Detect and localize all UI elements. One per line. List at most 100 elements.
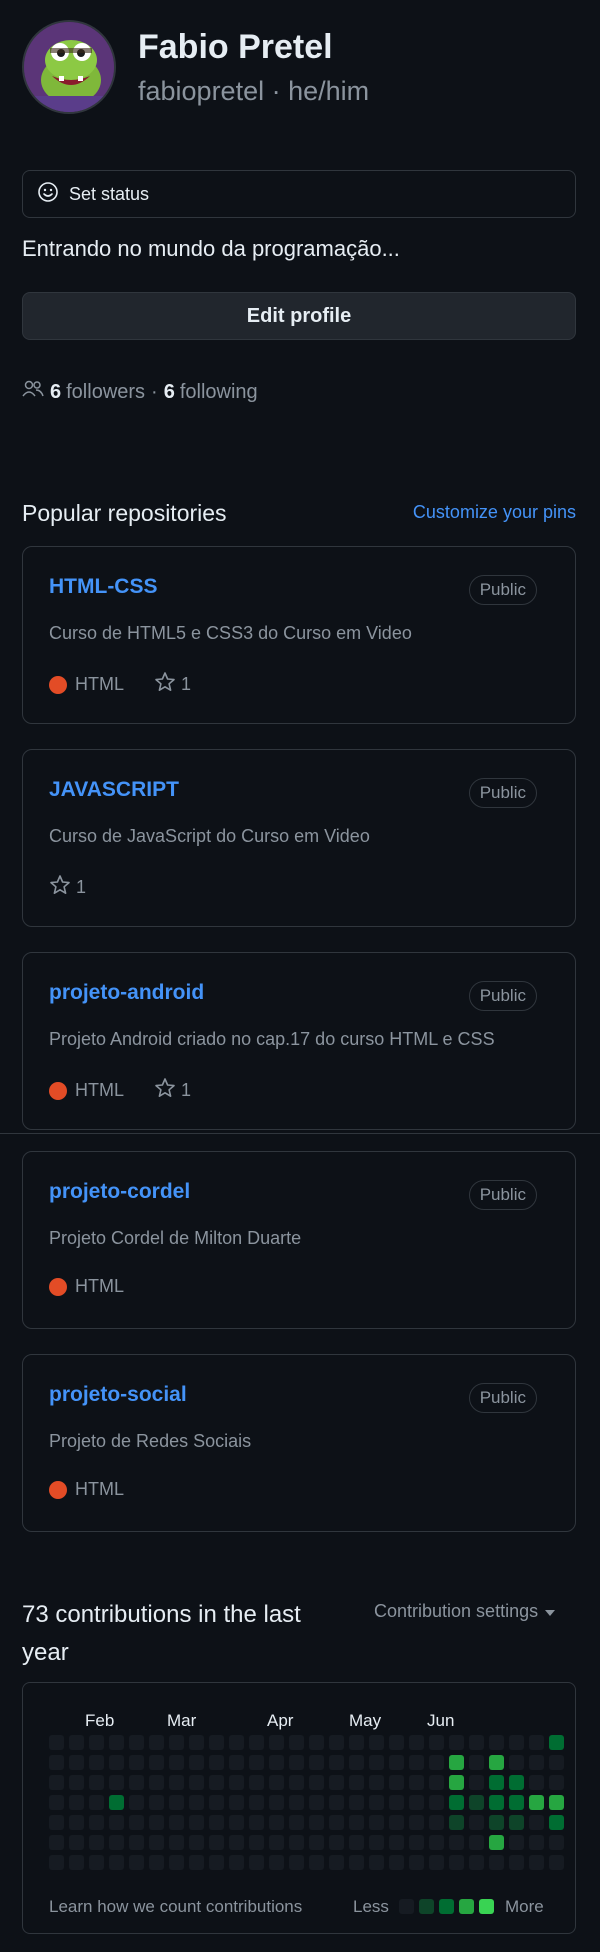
contribution-day-cell[interactable] — [49, 1735, 64, 1750]
contribution-day-cell[interactable] — [369, 1755, 384, 1770]
contribution-day-cell[interactable] — [409, 1795, 424, 1810]
contribution-day-cell[interactable] — [469, 1795, 484, 1810]
repo-name-link[interactable]: JAVASCRIPT — [49, 778, 179, 802]
contribution-day-cell[interactable] — [289, 1795, 304, 1810]
contribution-day-cell[interactable] — [489, 1735, 504, 1750]
contribution-day-cell[interactable] — [129, 1855, 144, 1870]
contribution-day-cell[interactable] — [429, 1775, 444, 1790]
contribution-day-cell[interactable] — [369, 1855, 384, 1870]
contribution-day-cell[interactable] — [469, 1815, 484, 1830]
contribution-day-cell[interactable] — [429, 1835, 444, 1850]
contribution-day-cell[interactable] — [189, 1855, 204, 1870]
contribution-day-cell[interactable] — [429, 1855, 444, 1870]
contribution-day-cell[interactable] — [89, 1815, 104, 1830]
contribution-day-cell[interactable] — [129, 1815, 144, 1830]
contribution-day-cell[interactable] — [529, 1855, 544, 1870]
contribution-day-cell[interactable] — [349, 1795, 364, 1810]
contribution-day-cell[interactable] — [309, 1735, 324, 1750]
contribution-settings-dropdown[interactable]: Contribution settings — [374, 1601, 556, 1622]
contribution-day-cell[interactable] — [209, 1755, 224, 1770]
contribution-day-cell[interactable] — [409, 1735, 424, 1750]
contribution-day-cell[interactable] — [89, 1775, 104, 1790]
contribution-day-cell[interactable] — [329, 1815, 344, 1830]
contribution-day-cell[interactable] — [549, 1775, 564, 1790]
contribution-day-cell[interactable] — [149, 1775, 164, 1790]
repo-stars-link[interactable]: 1 — [49, 874, 86, 901]
contribution-day-cell[interactable] — [389, 1815, 404, 1830]
customize-pins-link[interactable]: Customize your pins — [396, 502, 576, 523]
contribution-day-cell[interactable] — [389, 1855, 404, 1870]
contribution-day-cell[interactable] — [229, 1815, 244, 1830]
contribution-day-cell[interactable] — [329, 1855, 344, 1870]
avatar[interactable] — [22, 20, 116, 114]
contribution-day-cell[interactable] — [189, 1755, 204, 1770]
contribution-day-cell[interactable] — [549, 1855, 564, 1870]
contribution-day-cell[interactable] — [349, 1755, 364, 1770]
contribution-day-cell[interactable] — [109, 1795, 124, 1810]
contribution-day-cell[interactable] — [449, 1735, 464, 1750]
contribution-day-cell[interactable] — [289, 1775, 304, 1790]
contribution-day-cell[interactable] — [149, 1855, 164, 1870]
contribution-day-cell[interactable] — [349, 1775, 364, 1790]
contribution-day-cell[interactable] — [329, 1775, 344, 1790]
contribution-day-cell[interactable] — [549, 1795, 564, 1810]
contribution-day-cell[interactable] — [429, 1755, 444, 1770]
contribution-day-cell[interactable] — [469, 1835, 484, 1850]
contribution-day-cell[interactable] — [89, 1735, 104, 1750]
contribution-day-cell[interactable] — [529, 1795, 544, 1810]
contribution-day-cell[interactable] — [529, 1755, 544, 1770]
contribution-day-cell[interactable] — [229, 1775, 244, 1790]
contribution-day-cell[interactable] — [509, 1775, 524, 1790]
contribution-day-cell[interactable] — [409, 1775, 424, 1790]
contribution-day-cell[interactable] — [109, 1835, 124, 1850]
contribution-day-cell[interactable] — [129, 1735, 144, 1750]
contribution-day-cell[interactable] — [449, 1775, 464, 1790]
contribution-day-cell[interactable] — [489, 1795, 504, 1810]
contribution-day-cell[interactable] — [549, 1755, 564, 1770]
repo-name-link[interactable]: projeto-cordel — [49, 1180, 190, 1204]
contribution-day-cell[interactable] — [189, 1775, 204, 1790]
contribution-day-cell[interactable] — [509, 1835, 524, 1850]
contribution-day-cell[interactable] — [289, 1735, 304, 1750]
contribution-day-cell[interactable] — [309, 1835, 324, 1850]
contribution-day-cell[interactable] — [389, 1775, 404, 1790]
contribution-day-cell[interactable] — [289, 1755, 304, 1770]
contribution-day-cell[interactable] — [249, 1735, 264, 1750]
contribution-day-cell[interactable] — [269, 1755, 284, 1770]
following-link[interactable]: 6 following — [164, 381, 258, 404]
contribution-day-cell[interactable] — [329, 1835, 344, 1850]
contribution-day-cell[interactable] — [389, 1835, 404, 1850]
contribution-day-cell[interactable] — [549, 1835, 564, 1850]
contribution-day-cell[interactable] — [489, 1835, 504, 1850]
contribution-day-cell[interactable] — [349, 1835, 364, 1850]
contribution-day-cell[interactable] — [289, 1815, 304, 1830]
contribution-day-cell[interactable] — [209, 1855, 224, 1870]
contribution-day-cell[interactable] — [109, 1855, 124, 1870]
repo-stars-link[interactable]: 1 — [154, 671, 191, 698]
contribution-day-cell[interactable] — [329, 1795, 344, 1810]
contribution-day-cell[interactable] — [209, 1815, 224, 1830]
contribution-day-cell[interactable] — [249, 1815, 264, 1830]
contribution-day-cell[interactable] — [389, 1755, 404, 1770]
contribution-day-cell[interactable] — [389, 1735, 404, 1750]
contribution-day-cell[interactable] — [269, 1815, 284, 1830]
contribution-day-cell[interactable] — [549, 1735, 564, 1750]
contribution-day-cell[interactable] — [369, 1795, 384, 1810]
contribution-day-cell[interactable] — [389, 1795, 404, 1810]
contribution-day-cell[interactable] — [529, 1835, 544, 1850]
contribution-day-cell[interactable] — [189, 1815, 204, 1830]
contribution-day-cell[interactable] — [189, 1735, 204, 1750]
contribution-day-cell[interactable] — [469, 1855, 484, 1870]
contribution-day-cell[interactable] — [489, 1755, 504, 1770]
contribution-day-cell[interactable] — [129, 1835, 144, 1850]
contribution-day-cell[interactable] — [529, 1815, 544, 1830]
contribution-day-cell[interactable] — [349, 1855, 364, 1870]
contribution-day-cell[interactable] — [69, 1775, 84, 1790]
contribution-day-cell[interactable] — [229, 1795, 244, 1810]
contribution-day-cell[interactable] — [309, 1795, 324, 1810]
contribution-day-cell[interactable] — [429, 1735, 444, 1750]
contribution-day-cell[interactable] — [69, 1735, 84, 1750]
contribution-day-cell[interactable] — [509, 1735, 524, 1750]
contribution-day-cell[interactable] — [149, 1755, 164, 1770]
contribution-day-cell[interactable] — [529, 1735, 544, 1750]
